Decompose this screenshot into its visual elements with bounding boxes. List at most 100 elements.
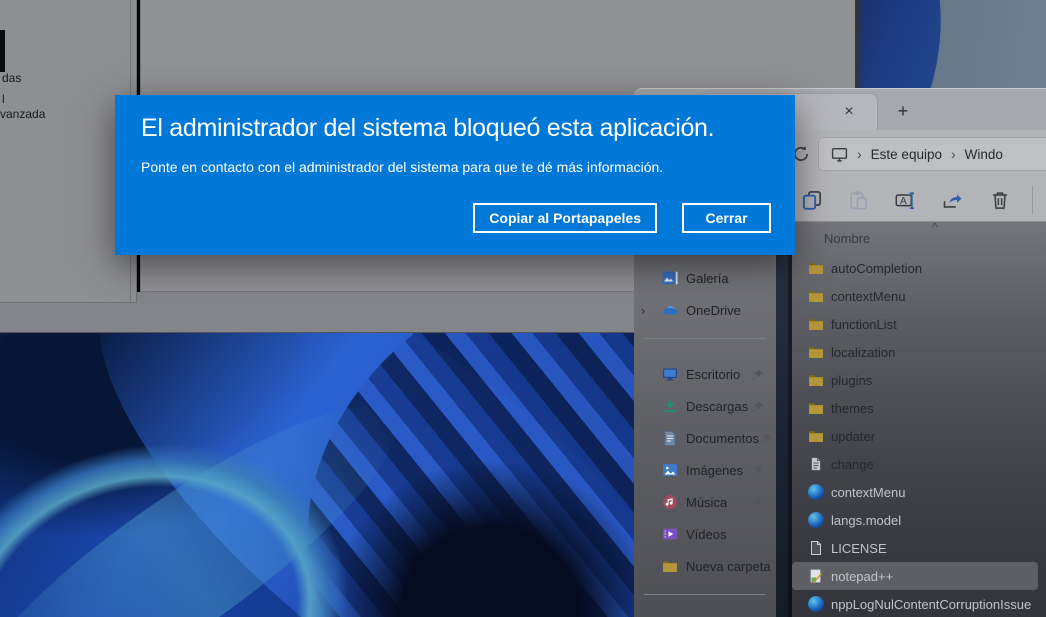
this-pc-icon — [831, 146, 848, 163]
file-row[interactable]: change — [792, 450, 1046, 478]
doc-plain-icon — [808, 540, 824, 556]
sidebar-item-imágenes[interactable]: Imágenes — [634, 454, 776, 486]
column-header-name[interactable]: Nombre — [824, 231, 870, 246]
file-name: localization — [831, 345, 895, 360]
desktop-icon — [662, 366, 678, 382]
pin-icon — [751, 464, 764, 477]
sidebar-item-label: Nueva carpeta — [686, 559, 776, 574]
dialog-title: El administrador del sistema bloqueó est… — [141, 114, 714, 143]
sidebar-item-label: OneDrive — [686, 303, 776, 318]
breadcrumb-segment[interactable]: Windo — [965, 147, 1003, 162]
edge-icon — [808, 484, 824, 500]
file-name: themes — [831, 401, 874, 416]
copy-to-clipboard-button[interactable]: Copiar al Portapapeles — [473, 203, 657, 233]
sidebar-item-label: Escritorio — [686, 367, 751, 382]
window-shadow — [855, 0, 865, 88]
pin-icon — [751, 368, 764, 381]
rename-icon[interactable]: A — [895, 190, 915, 210]
notepadpp-icon — [808, 568, 824, 584]
pin-icon — [751, 528, 764, 541]
file-pane: Nombre ^ autoCompletion contextMenu functi… — [792, 222, 1046, 617]
paste-icon[interactable] — [848, 190, 868, 210]
sidebar-item-nueva-carpeta[interactable]: Nueva carpeta — [634, 550, 776, 582]
file-name: autoCompletion — [831, 261, 922, 276]
sidebar-item-label: Vídeos — [686, 527, 751, 542]
gallery-icon — [662, 270, 678, 286]
sidebar-item-label: Galería — [686, 271, 776, 286]
onedrive-icon — [662, 302, 678, 318]
desktop-wallpaper-fragment — [855, 0, 1046, 88]
file-row[interactable]: autoCompletion — [792, 254, 1046, 282]
file-row[interactable]: nppLogNulContentCorruptionIssue — [792, 590, 1046, 617]
sidebar-item-galería[interactable]: Galería — [634, 262, 776, 294]
folder-icon — [808, 344, 824, 360]
explorer-toolbar: A — [792, 178, 1046, 222]
file-name: notepad++ — [831, 569, 893, 584]
file-row[interactable]: contextMenu — [792, 282, 1046, 310]
sidebar-separator — [644, 338, 766, 339]
pin-icon — [759, 432, 772, 445]
file-row[interactable]: langs.model — [792, 506, 1046, 534]
file-row[interactable]: localization — [792, 338, 1046, 366]
downloads-icon — [662, 398, 678, 414]
explorer-address-bar: › Este equipo › Windo — [792, 130, 1046, 178]
toolbar-divider — [1032, 186, 1033, 214]
file-row[interactable]: functionList — [792, 310, 1046, 338]
chevron-right-icon[interactable]: › — [634, 303, 652, 318]
folder-icon — [808, 372, 824, 388]
pictures-icon — [662, 462, 678, 478]
breadcrumb-segment[interactable]: Este equipo — [871, 147, 942, 162]
file-name: langs.model — [831, 513, 901, 528]
new-tab-button[interactable]: + — [892, 101, 914, 123]
file-row[interactable]: plugins — [792, 366, 1046, 394]
music-icon — [662, 494, 678, 510]
file-row[interactable]: LICENSE — [792, 534, 1046, 562]
file-name: nppLogNulContentCorruptionIssue — [831, 597, 1031, 612]
videos-icon — [662, 526, 678, 542]
file-name: plugins — [831, 373, 872, 388]
sidebar-item-vídeos[interactable]: Vídeos — [634, 518, 776, 550]
clipped-label: l — [2, 92, 5, 106]
file-name: contextMenu — [831, 289, 905, 304]
tab-close-icon[interactable]: × — [839, 102, 859, 122]
pin-icon — [751, 400, 764, 413]
folder-icon — [808, 316, 824, 332]
sidebar-item-descargas[interactable]: Descargas — [634, 390, 776, 422]
sidebar-item-documentos[interactable]: Documentos — [634, 422, 776, 454]
folder-icon — [808, 260, 824, 276]
file-row[interactable]: updater — [792, 422, 1046, 450]
sidebar-item-música[interactable]: Música — [634, 486, 776, 518]
file-list: autoCompletion contextMenu functionList loc… — [792, 254, 1046, 617]
file-name: change — [831, 457, 874, 472]
close-button[interactable]: Cerrar — [682, 203, 771, 233]
sidebar-item-label: Descargas — [686, 399, 751, 414]
address-breadcrumb[interactable]: › Este equipo › Windo — [818, 137, 1046, 171]
dialog-message: Ponte en contacto con el administrador d… — [141, 159, 663, 175]
file-name: functionList — [831, 317, 897, 332]
column-header-row: Nombre ^ — [792, 222, 1046, 254]
file-row[interactable]: contextMenu — [792, 478, 1046, 506]
file-name: LICENSE — [831, 541, 887, 556]
blocked-app-dialog: El administrador del sistema bloqueó est… — [115, 95, 795, 255]
svg-text:A: A — [900, 196, 907, 207]
clipped-label: vanzada — [0, 107, 45, 121]
file-row[interactable]: themes — [792, 394, 1046, 422]
doc-lines-icon — [808, 456, 824, 472]
breadcrumb-separator-icon: › — [857, 146, 862, 162]
copy-icon[interactable] — [802, 190, 822, 210]
share-icon[interactable] — [942, 190, 962, 210]
delete-icon[interactable] — [990, 190, 1010, 210]
file-row[interactable]: notepad++ — [792, 562, 1038, 590]
breadcrumb-separator-icon: › — [951, 146, 956, 162]
explorer-window: › Este equipo › Windo A Nombre ^ autoCom… — [792, 130, 1046, 617]
edge-icon — [808, 596, 824, 612]
folder-icon — [808, 428, 824, 444]
window-icon-fragment — [0, 30, 5, 72]
pin-icon — [751, 496, 764, 509]
sidebar-item-onedrive[interactable]: › OneDrive — [634, 294, 776, 326]
wallpaper-shape — [855, 0, 954, 88]
clipped-label: das — [2, 71, 21, 85]
sidebar-item-label: Imágenes — [686, 463, 751, 478]
folder-icon — [808, 400, 824, 416]
sidebar-item-escritorio[interactable]: Escritorio — [634, 358, 776, 390]
